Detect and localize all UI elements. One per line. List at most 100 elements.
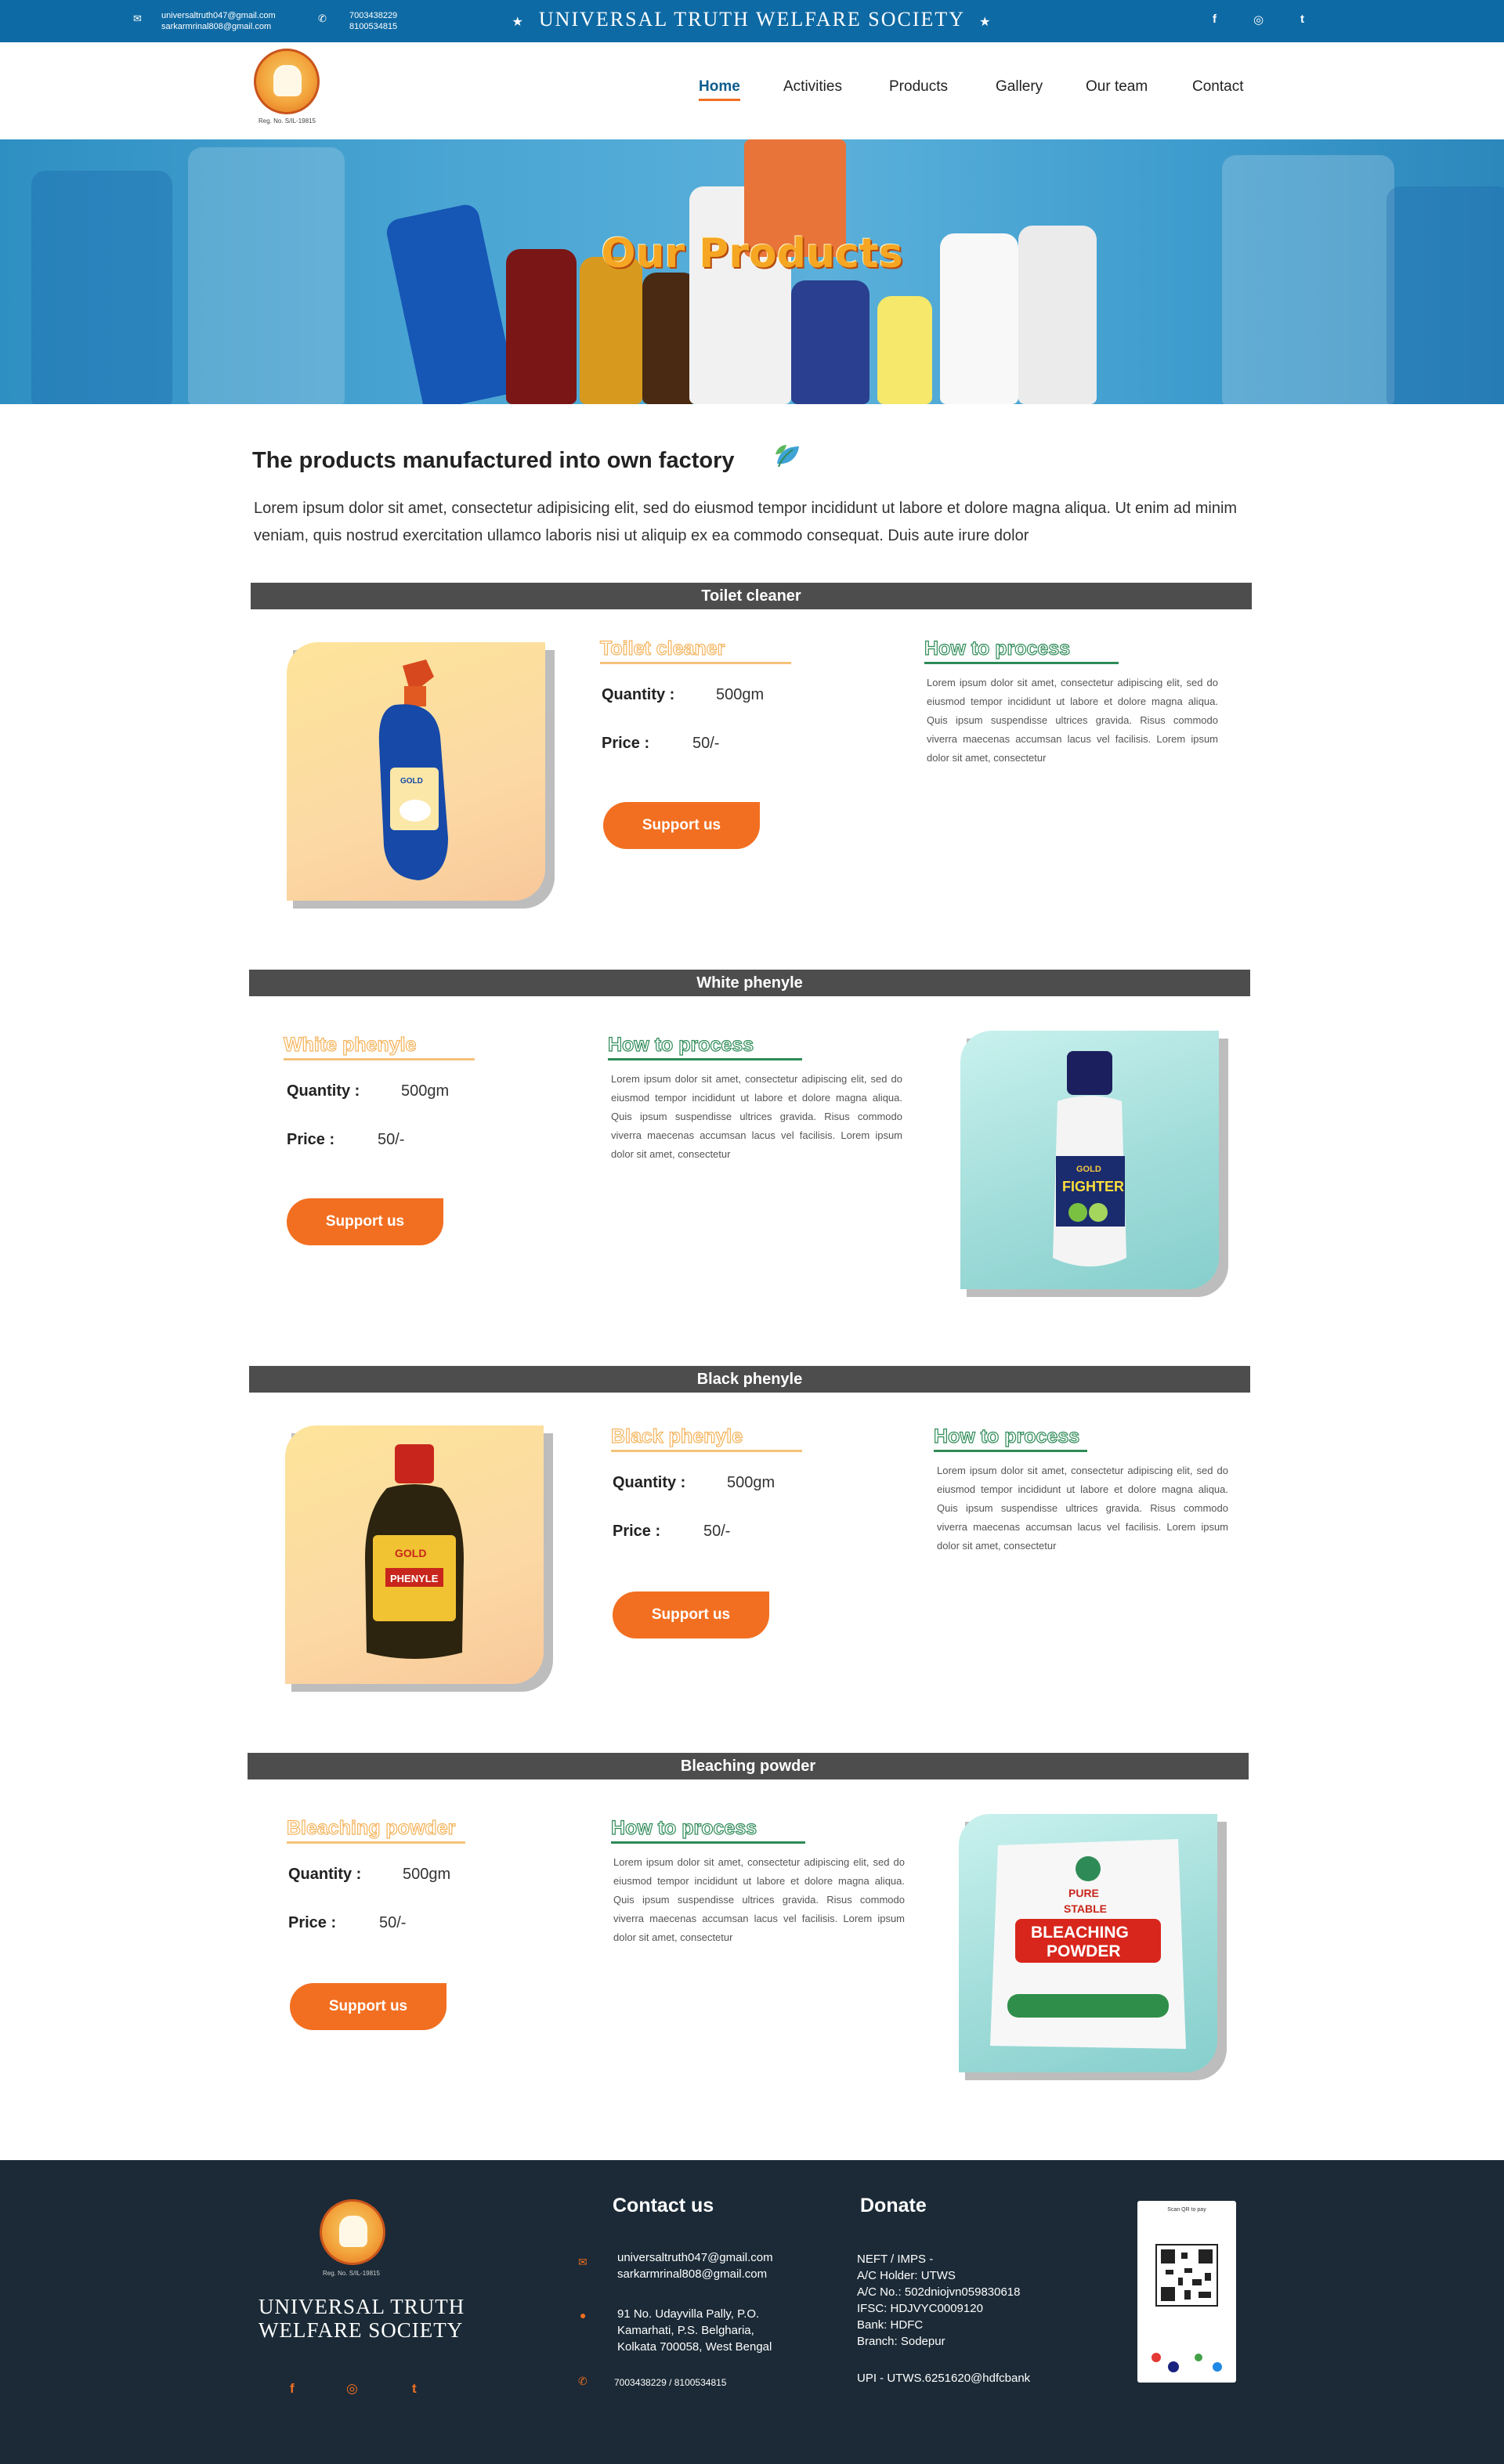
site-title-text: UNIVERSAL TRUTH WELFARE SOCIETY [538, 8, 966, 31]
how-to-process-title: How to process [607, 1033, 802, 1060]
logo[interactable] [254, 49, 320, 114]
hero-bg-bottle [1222, 155, 1394, 404]
footer: Reg. No. S/IL-19815 UNIVERSAL TRUTH WELF… [0, 2160, 1504, 2464]
product-name-white-phenyle: White phenyle [283, 1033, 475, 1060]
site-title: ★ UNIVERSAL TRUTH WELFARE SOCIETY ★ [509, 8, 995, 31]
phone-icon: ✆ [318, 13, 327, 24]
footer-phones[interactable]: 7003438229 / 8100534815 [614, 2375, 726, 2391]
twitter-icon[interactable]: t [1300, 13, 1304, 26]
footer-address-line1: 91 No. Udayvilla Pally, P.O. [617, 2307, 760, 2321]
product-image-toilet-cleaner: GOLD [287, 642, 545, 901]
nav-products[interactable]: Products [889, 78, 948, 96]
topbar-phones[interactable]: 7003438229 8100534815 [349, 10, 397, 32]
price-value: 50/- [378, 1131, 405, 1148]
how-to-process-title: How to process [933, 1425, 1087, 1452]
support-us-button[interactable]: Support us [613, 1591, 769, 1638]
price-value: 50/- [379, 1914, 407, 1931]
topbar-emails[interactable]: universaltruth047@gmail.com sarkarmrinal… [161, 10, 276, 32]
how-to-process-text: Lorem ipsum dolor sit amet, consectetur … [613, 1856, 905, 1943]
bottle-label-gold: GOLD [395, 1547, 426, 1559]
product-name-toilet-cleaner: Toilet cleaner [599, 637, 791, 664]
footer-email-2[interactable]: sarkarmrinal808@gmail.com [617, 2266, 773, 2282]
quantity-label: Quantity : [602, 686, 675, 703]
product-image-bleaching-powder: PURE STABLE BLEACHING POWDER [959, 1814, 1217, 2072]
hero-bottle-toilet-cleaner [384, 202, 517, 404]
topbar-phone-1[interactable]: 7003438229 [349, 10, 397, 21]
topbar-email-2[interactable]: sarkarmrinal808@gmail.com [161, 21, 276, 32]
product-band-bleaching-powder: Bleaching powder [248, 1753, 1249, 1779]
nav-activities[interactable]: Activities [783, 78, 842, 96]
packet-label-pure: PURE [1068, 1887, 1099, 1899]
price-label: Price : [287, 1131, 335, 1148]
support-us-button[interactable]: Support us [290, 1983, 446, 2030]
main-nav [0, 42, 1504, 139]
donate-upi: UPI - UTWS.6251620@hdfcbank [857, 2372, 1031, 2385]
instagram-icon[interactable]: ◎ [1253, 13, 1264, 27]
price-label: Price : [288, 1914, 337, 1931]
bottle-label-gold: GOLD [1076, 1165, 1101, 1174]
mail-icon: ✉ [578, 2256, 588, 2268]
quantity-value: 500gm [403, 1866, 451, 1883]
quantity-label: Quantity : [613, 1474, 686, 1491]
nav-contact[interactable]: Contact [1192, 78, 1243, 96]
price-label: Price : [613, 1523, 661, 1540]
product-band-toilet-cleaner: Toilet cleaner [251, 583, 1252, 609]
bleaching-powder-packet-icon: PURE STABLE BLEACHING POWDER [990, 1839, 1186, 2049]
footer-email-1[interactable]: universaltruth047@gmail.com [617, 2249, 773, 2266]
price-value: 50/- [692, 735, 720, 752]
leaf-icon [776, 445, 799, 468]
product-band-black-phenyle: Black phenyle [249, 1366, 1250, 1393]
donate-line: A/C No.: 502dniojvn059830618 [857, 2285, 1021, 2299]
bottle-label-fighter: FIGHTER [1062, 1179, 1124, 1194]
nav-gallery[interactable]: Gallery [996, 78, 1043, 96]
facebook-icon[interactable]: f [1213, 13, 1217, 26]
footer-logo[interactable] [320, 2199, 385, 2265]
footer-emails[interactable]: universaltruth047@gmail.com sarkarmrinal… [617, 2249, 773, 2282]
how-to-process-text: Lorem ipsum dolor sit amet, consectetur … [937, 1465, 1228, 1552]
packet-label-stable: STABLE [1064, 1902, 1107, 1915]
product-name-black-phenyle: Black phenyle [610, 1425, 802, 1452]
contact-us-heading: Contact us [613, 2195, 714, 2217]
packet-label-powder: POWDER [1047, 1942, 1121, 1960]
facebook-icon[interactable]: f [290, 2381, 295, 2397]
donate-line: NEFT / IMPS - [857, 2253, 934, 2266]
qr-code-icon [1152, 2244, 1222, 2372]
footer-logo-reg: Reg. No. S/IL-19815 [323, 2270, 380, 2277]
support-us-button[interactable]: Support us [603, 802, 760, 849]
quantity-value: 500gm [401, 1082, 450, 1100]
nav-our-team[interactable]: Our team [1086, 78, 1148, 96]
topbar-email-1[interactable]: universaltruth047@gmail.com [161, 10, 276, 21]
hero-bottle-fighter [1018, 226, 1097, 404]
footer-org-name-line2: WELFARE SOCIETY [258, 2318, 464, 2342]
product-band-white-phenyle: White phenyle [249, 970, 1250, 996]
topbar-phone-2[interactable]: 8100534815 [349, 21, 397, 32]
hero-banner: Our Products [0, 139, 1504, 404]
hero-title: Our Products [601, 230, 903, 277]
toilet-cleaner-bottle-icon: GOLD [378, 659, 448, 880]
price-label: Price : [602, 735, 650, 752]
quantity-value: 500gm [727, 1474, 776, 1491]
donate-line: IFSC: HDJVYC0009120 [857, 2302, 983, 2315]
twitter-icon[interactable]: t [412, 2381, 417, 2397]
qr-caption: Scan QR to pay [1167, 2207, 1206, 2213]
how-to-process-title: How to process [610, 1816, 805, 1844]
quantity-value: 500gm [716, 686, 765, 703]
product-image-white-phenyle: GOLD FIGHTER [960, 1031, 1219, 1289]
logo-emblem [339, 2216, 367, 2247]
donate-line: Branch: Sodepur [857, 2335, 945, 2348]
logo-emblem [273, 65, 302, 96]
hero-bg-bottle [31, 171, 172, 404]
top-bar: ✉ universaltruth047@gmail.com sarkarmrin… [0, 0, 1504, 42]
products-section-title: The products manufactured into own facto… [252, 448, 735, 473]
support-us-button[interactable]: Support us [287, 1198, 443, 1245]
donate-qr-card: Scan QR to pay [1137, 2201, 1236, 2383]
donate-line: A/C Holder: UTWS [857, 2269, 956, 2282]
how-to-process-text: Lorem ipsum dolor sit amet, consectetur … [611, 1073, 902, 1160]
footer-address-line3: Kolkata 700058, West Bengal [617, 2340, 772, 2354]
hero-bg-bottle [1386, 186, 1504, 404]
nav-home[interactable]: Home [699, 78, 740, 101]
quantity-label: Quantity : [287, 1082, 360, 1100]
instagram-icon[interactable]: ◎ [346, 2381, 358, 2397]
how-to-process-title: How to process [924, 637, 1119, 664]
how-to-process-text: Lorem ipsum dolor sit amet, consectetur … [927, 677, 1218, 764]
